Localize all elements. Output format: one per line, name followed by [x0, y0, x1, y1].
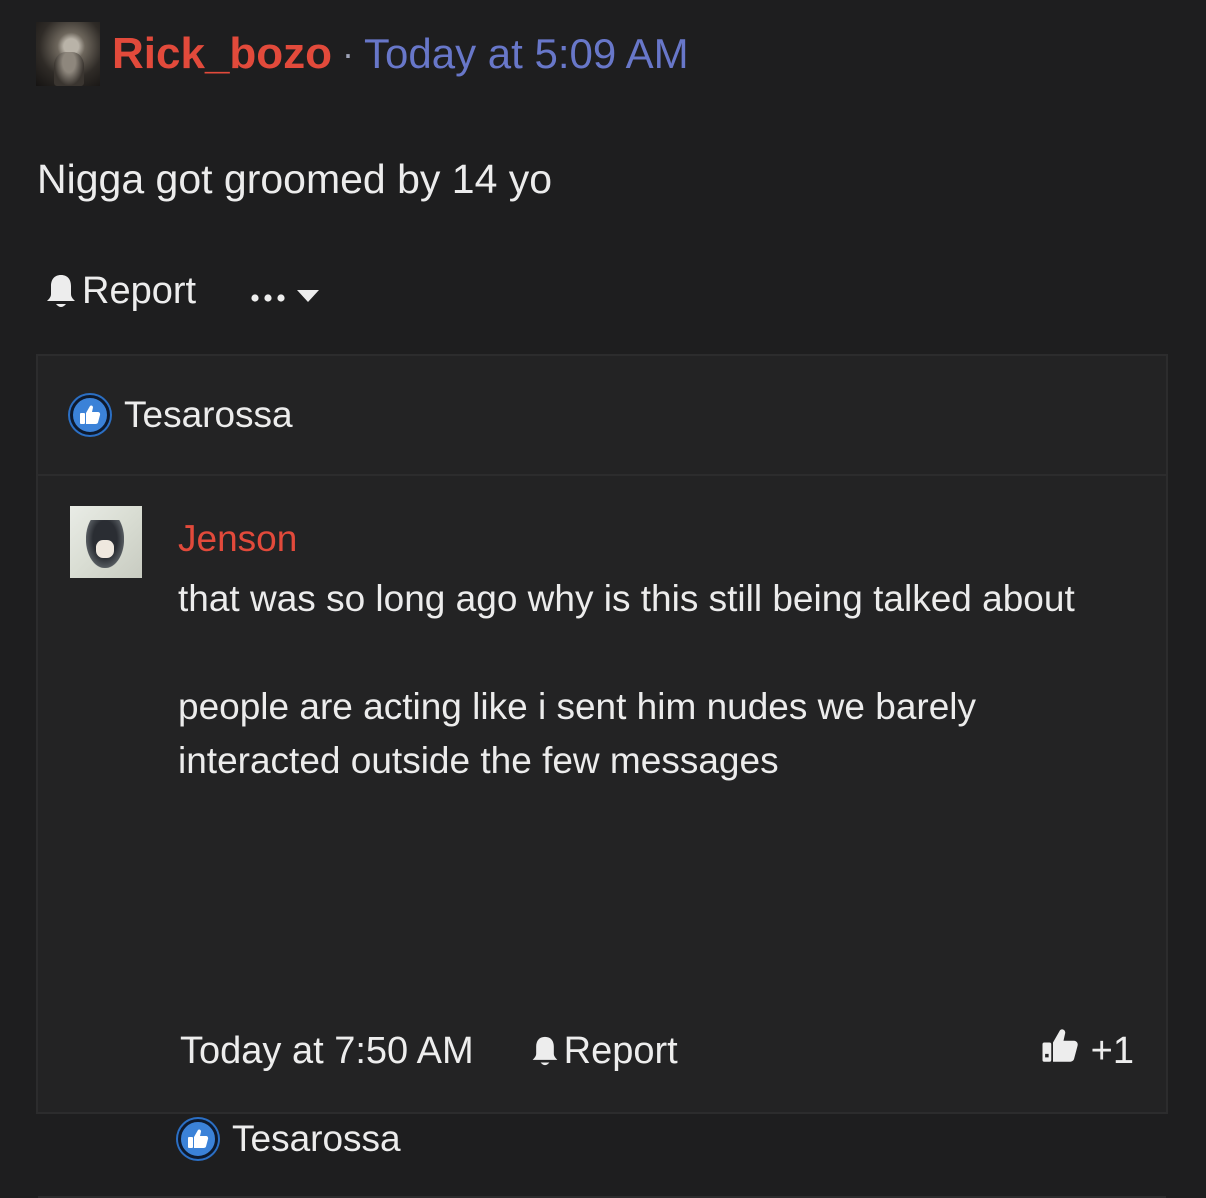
- report-label: Report: [82, 269, 197, 312]
- comment-report-button[interactable]: Report: [530, 1030, 678, 1073]
- comment-body: that was so long ago why is this still b…: [178, 572, 1078, 788]
- report-button[interactable]: Report: [44, 270, 196, 313]
- bell-icon: [44, 272, 78, 310]
- comment-paragraph: that was so long ago why is this still b…: [178, 578, 1075, 619]
- post-author[interactable]: Rick_bozo: [112, 29, 332, 79]
- avatar[interactable]: [70, 506, 142, 578]
- post-likers[interactable]: Tesarossa: [124, 394, 293, 436]
- post-timestamp[interactable]: Today at 5:09 AM: [364, 30, 689, 78]
- comment-meta: Today at 7:50 AM Report +1: [180, 1026, 1134, 1076]
- reactions-and-replies: Tesarossa Jenson that was so long ago wh…: [36, 354, 1168, 1198]
- avatar[interactable]: [36, 22, 100, 86]
- thumbs-up-icon: [1039, 1025, 1081, 1077]
- bell-icon: [530, 1034, 560, 1068]
- post-likes-bar: Tesarossa: [38, 356, 1166, 476]
- thumbs-up-icon: [70, 395, 110, 435]
- post-header: Rick_bozo · Today at 5:09 AM: [36, 22, 689, 86]
- post-text: Nigga got groomed by 14 yo: [37, 156, 553, 202]
- comment: Jenson that was so long ago why is this …: [38, 476, 1166, 1198]
- comment-timestamp[interactable]: Today at 7:50 AM: [180, 1030, 474, 1073]
- chevron-down-icon: [296, 270, 320, 313]
- report-label: Report: [563, 1029, 678, 1072]
- separator: ·: [342, 33, 355, 74]
- comment-likes-bar: Tesarossa: [178, 1118, 401, 1160]
- comment-like-button[interactable]: +1: [1039, 1025, 1134, 1077]
- ellipsis-icon: [250, 270, 286, 313]
- more-options-button[interactable]: [250, 270, 320, 313]
- like-label: +1: [1090, 1029, 1134, 1072]
- post-actions: Report: [44, 266, 320, 316]
- comment-likers[interactable]: Tesarossa: [232, 1118, 401, 1160]
- comment-paragraph: people are acting like i sent him nudes …: [178, 686, 977, 781]
- comment-author[interactable]: Jenson: [178, 518, 297, 560]
- thumbs-up-icon: [178, 1119, 218, 1159]
